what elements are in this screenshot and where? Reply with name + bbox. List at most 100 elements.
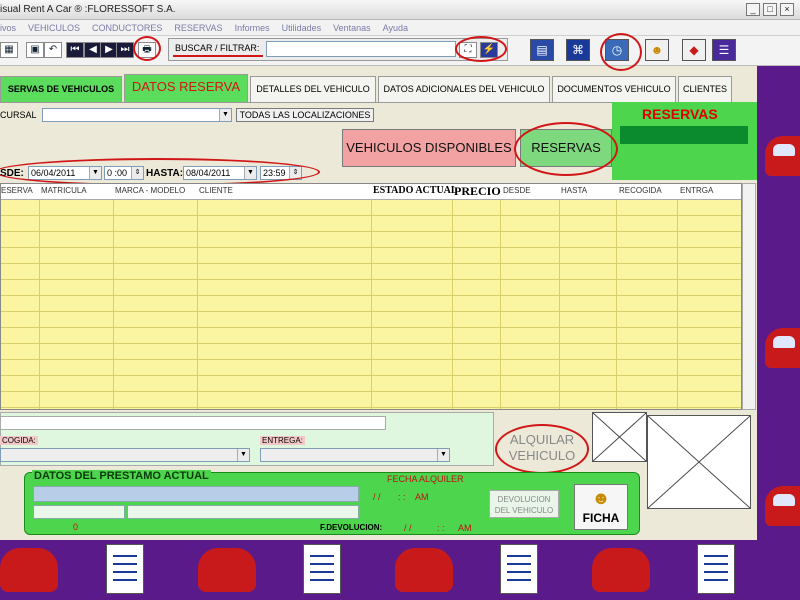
menu-utilidades[interactable]: Utilidades	[282, 20, 322, 35]
chevron-down-icon: ▼	[89, 167, 101, 179]
column-header-cliente[interactable]: CLIENTE	[199, 186, 233, 195]
column-header-estado-actual[interactable]: ESTADO ACTUAL	[373, 185, 458, 196]
print-icon[interactable]: 🖶	[138, 42, 156, 58]
column-header-reserva[interactable]: ESERVA	[1, 186, 33, 195]
tab-datos-reserva[interactable]: DATOS RESERVA	[124, 74, 248, 102]
hasta-time-field[interactable]: 23:59 ⇕	[260, 166, 302, 180]
column-header-desde[interactable]: DESDE	[503, 186, 531, 195]
side-decoration	[757, 66, 800, 540]
spinner-icon: ⇕	[289, 167, 301, 179]
tab-datos-adicionales[interactable]: DATOS ADICIONALES DEL VEHICULO	[378, 76, 550, 102]
fecha-alquiler-date: / /	[373, 492, 381, 502]
fecha-alquiler-label: FECHA ALQUILER	[387, 474, 464, 484]
devolucion-line1: DEVOLUCION	[497, 495, 551, 504]
devolucion-vehiculo-button[interactable]: DEVOLUCION DEL VEHICULO	[489, 490, 559, 518]
menu-ayuda[interactable]: Ayuda	[383, 20, 408, 35]
desde-date-field[interactable]: 06/04/2011 ▼	[28, 166, 102, 180]
devolucion-line2: DEL VEHICULO	[494, 506, 554, 515]
search-label-underline	[173, 55, 263, 57]
minimize-button[interactable]: _	[746, 3, 760, 16]
menu-reservas[interactable]: RESERVAS	[174, 20, 222, 35]
car-icon	[198, 548, 256, 592]
save-icon[interactable]: ▣	[26, 42, 44, 58]
document-icon	[697, 544, 735, 594]
nav-first-icon[interactable]: ⏮	[66, 42, 84, 58]
entrega-select[interactable]: ▼	[260, 448, 450, 462]
undo-icon[interactable]: ↶	[44, 42, 62, 58]
desde-time-field[interactable]: 0 :00 ⇕	[104, 166, 144, 180]
people-icon[interactable]: ☻	[645, 39, 669, 61]
car-icon	[765, 328, 800, 368]
maximize-button[interactable]: □	[763, 3, 777, 16]
prestamo-field-a[interactable]	[33, 505, 125, 519]
menu-informes[interactable]: Informes	[235, 20, 270, 35]
tab-reservas-vehiculos[interactable]: SERVAS DE VEHICULOS	[0, 76, 122, 102]
search-input[interactable]	[266, 41, 456, 57]
reservas-button[interactable]: RESERVAS	[520, 129, 612, 167]
menu-bar: ivos VEHICULOS CONDUCTORES RESERVAS Info…	[0, 20, 800, 36]
chevron-down-icon: ▼	[237, 449, 249, 461]
sucursal-select[interactable]: ▼	[42, 108, 232, 122]
prestamo-field-b[interactable]	[127, 505, 359, 519]
prestamo-client-field[interactable]	[33, 486, 359, 502]
nav-last-icon[interactable]: ⏭	[116, 42, 134, 58]
f-devolucion-label: F.DEVOLUCION:	[320, 523, 383, 532]
spinner-icon: ⇕	[131, 167, 143, 179]
client-photo-placeholder	[647, 415, 751, 509]
tab-detalles-vehiculo[interactable]: DETALLES DEL VEHICULO	[250, 76, 376, 102]
entrega-label: ENTREGA:	[260, 436, 305, 445]
list-icon[interactable]: ☰	[712, 39, 736, 61]
recogida-label: COGIDA:	[0, 436, 38, 445]
binoculars-icon[interactable]: ⛶	[459, 42, 477, 58]
open-record-icon[interactable]: ▦	[0, 42, 18, 58]
column-header-marca-modelo[interactable]: MARCA - MODELO	[115, 186, 185, 195]
tab-documentos-vehiculo[interactable]: DOCUMENTOS VEHICULO	[552, 76, 676, 102]
car-icon	[592, 548, 650, 592]
document-icon	[106, 544, 144, 594]
search-label: BUSCAR / FILTRAR:	[175, 43, 260, 53]
car-icon	[765, 486, 800, 526]
table-body[interactable]	[1, 200, 741, 409]
car-icon	[0, 548, 58, 592]
table-scrollbar[interactable]	[742, 183, 756, 410]
report-icon[interactable]: ▤	[530, 39, 554, 61]
vehiculos-disponibles-button[interactable]: VEHICULOS DISPONIBLES	[342, 129, 516, 167]
column-header-matricula[interactable]: MATRICULA	[41, 186, 87, 195]
column-header-recogida[interactable]: RECOGIDA	[619, 186, 662, 195]
column-header-hasta[interactable]: HASTA	[561, 186, 587, 195]
chevron-down-icon: ▼	[437, 449, 449, 461]
menu-vehiculos[interactable]: VEHICULOS	[28, 20, 80, 35]
close-button[interactable]: ×	[780, 3, 794, 16]
ficha-button[interactable]: ☻ FICHA	[574, 484, 628, 530]
column-header-precio[interactable]: PRECIO	[454, 184, 501, 199]
hasta-label: HASTA:	[146, 168, 184, 179]
tab-clientes[interactable]: CLIENTES	[678, 76, 732, 102]
alquilar-line1: ALQUILAR	[509, 432, 575, 447]
reservations-table[interactable]: ESERVA MATRICULA MARCA - MODELO CLIENTE …	[0, 183, 742, 410]
map-icon[interactable]: ⌘	[566, 39, 590, 61]
reservas-panel-title: RESERVAS	[642, 106, 718, 122]
menu-ventanas[interactable]: Ventanas	[333, 20, 371, 35]
fecha-alquiler-ampm: AM	[415, 492, 429, 502]
globe-icon[interactable]: ◆	[682, 39, 706, 61]
desde-time-value: 0 :00	[107, 168, 128, 178]
sucursal-label: CURSAL	[0, 110, 37, 120]
todas-localizaciones-button[interactable]: TODAS LAS LOCALIZACIONES	[236, 108, 374, 122]
filter-icon[interactable]: ⚡	[480, 42, 498, 58]
clock-icon[interactable]: ◷	[605, 39, 629, 61]
reservas-status-bar	[620, 126, 748, 144]
column-header-entrega[interactable]: ENTRGA	[680, 186, 713, 195]
desde-label: SDE:	[0, 168, 24, 179]
recogida-select[interactable]: ▼	[0, 448, 250, 462]
title-bar: isual Rent A Car ® :FLORESSOFT S.A. _ □ …	[0, 0, 800, 20]
menu-conductores[interactable]: CONDUCTORES	[92, 20, 162, 35]
ficha-label: FICHA	[582, 511, 620, 525]
tab-bar: SERVAS DE VEHICULOS DATOS RESERVA DETALL…	[0, 72, 757, 102]
alquilar-vehiculo-button[interactable]: ALQUILAR VEHICULO	[497, 432, 587, 474]
hasta-date-field[interactable]: 08/04/2011 ▼	[183, 166, 257, 180]
desde-date-value: 06/04/2011	[31, 168, 76, 178]
f-devolucion-date: / /	[404, 523, 412, 533]
window-title: isual Rent A Car ® :FLORESSOFT S.A.	[0, 4, 176, 15]
menu-archivos[interactable]: ivos	[0, 20, 16, 35]
reservation-note-field[interactable]	[0, 416, 386, 430]
